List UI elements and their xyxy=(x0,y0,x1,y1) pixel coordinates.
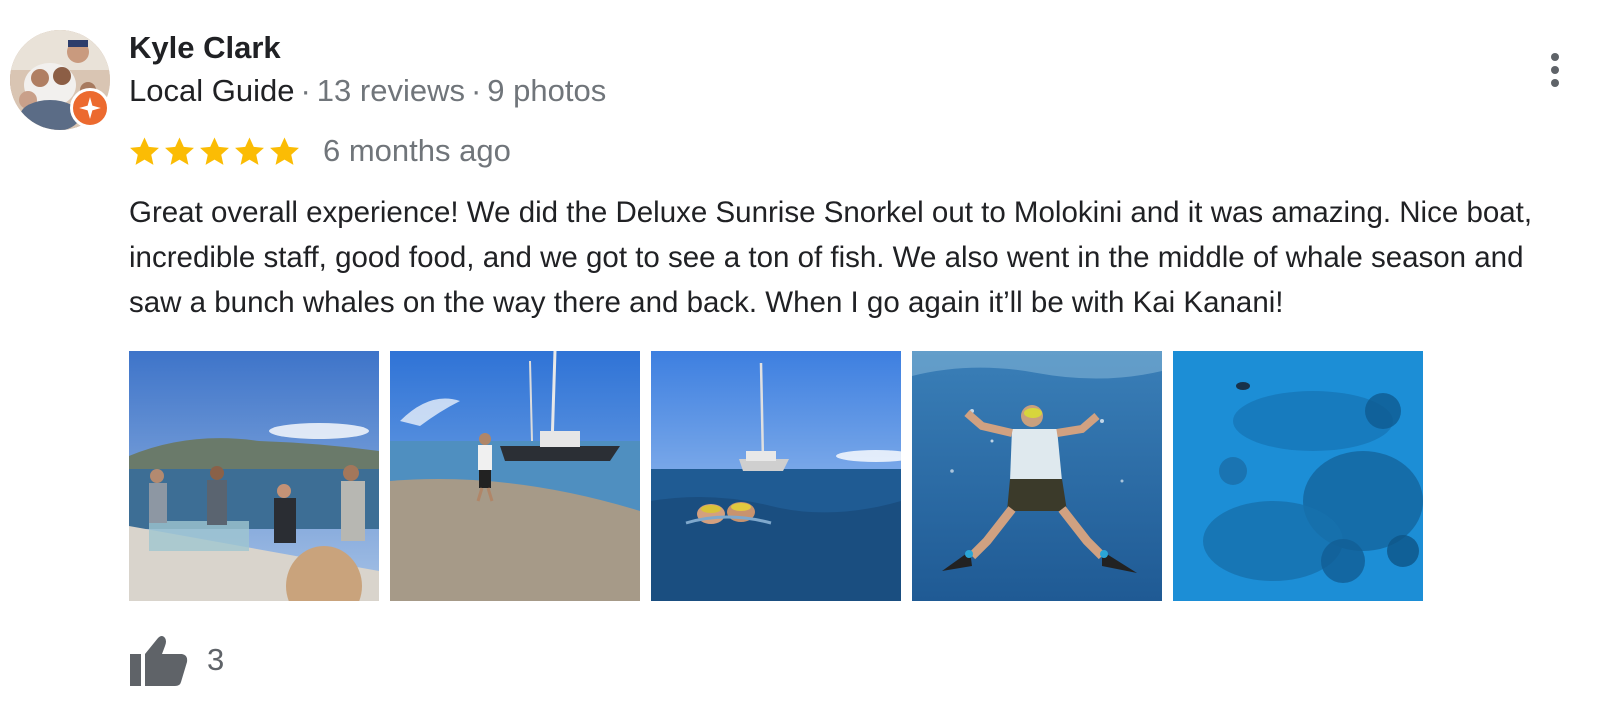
review-photo-swimmers[interactable] xyxy=(651,351,901,601)
review-photo-catamaran-beach[interactable] xyxy=(390,351,640,601)
review-date: 6 months ago xyxy=(323,133,511,168)
thumbs-up-icon[interactable] xyxy=(129,632,189,688)
like-row: 3 xyxy=(129,632,224,688)
review-photo-snorkeler[interactable] xyxy=(912,351,1162,601)
review-text: Great overall experience! We did the Del… xyxy=(129,196,1533,319)
rating-row: 6 months ago xyxy=(128,130,511,172)
review-photo-coral-reef[interactable] xyxy=(1173,351,1423,601)
more-options-icon[interactable] xyxy=(1538,46,1572,94)
star-icon xyxy=(130,136,159,165)
star-icon xyxy=(165,136,194,165)
meta-separator: · xyxy=(300,73,311,108)
review-photos xyxy=(129,351,1423,601)
meta-separator: · xyxy=(470,73,482,108)
star-rating xyxy=(128,135,301,168)
reviewer-name[interactable]: Kyle Clark xyxy=(129,30,281,66)
star-icon xyxy=(200,136,229,165)
review-count: 13 reviews xyxy=(316,73,465,108)
reviewer-meta: Local Guide · 13 reviews · 9 photos xyxy=(129,72,606,110)
more-dot xyxy=(1551,53,1559,61)
review-photo-boat-deck[interactable] xyxy=(129,351,379,601)
local-guide-badge-icon xyxy=(70,88,110,128)
review-card: Kyle Clark Local Guide · 13 reviews · 9 phot… xyxy=(0,0,1600,707)
more-dot xyxy=(1551,79,1559,87)
more-dot xyxy=(1551,66,1559,74)
local-guide-label: Local Guide xyxy=(129,73,295,108)
star-icon xyxy=(235,136,264,165)
star-icon xyxy=(270,136,299,165)
photo-count: 9 photos xyxy=(487,73,607,108)
like-count: 3 xyxy=(207,642,225,677)
